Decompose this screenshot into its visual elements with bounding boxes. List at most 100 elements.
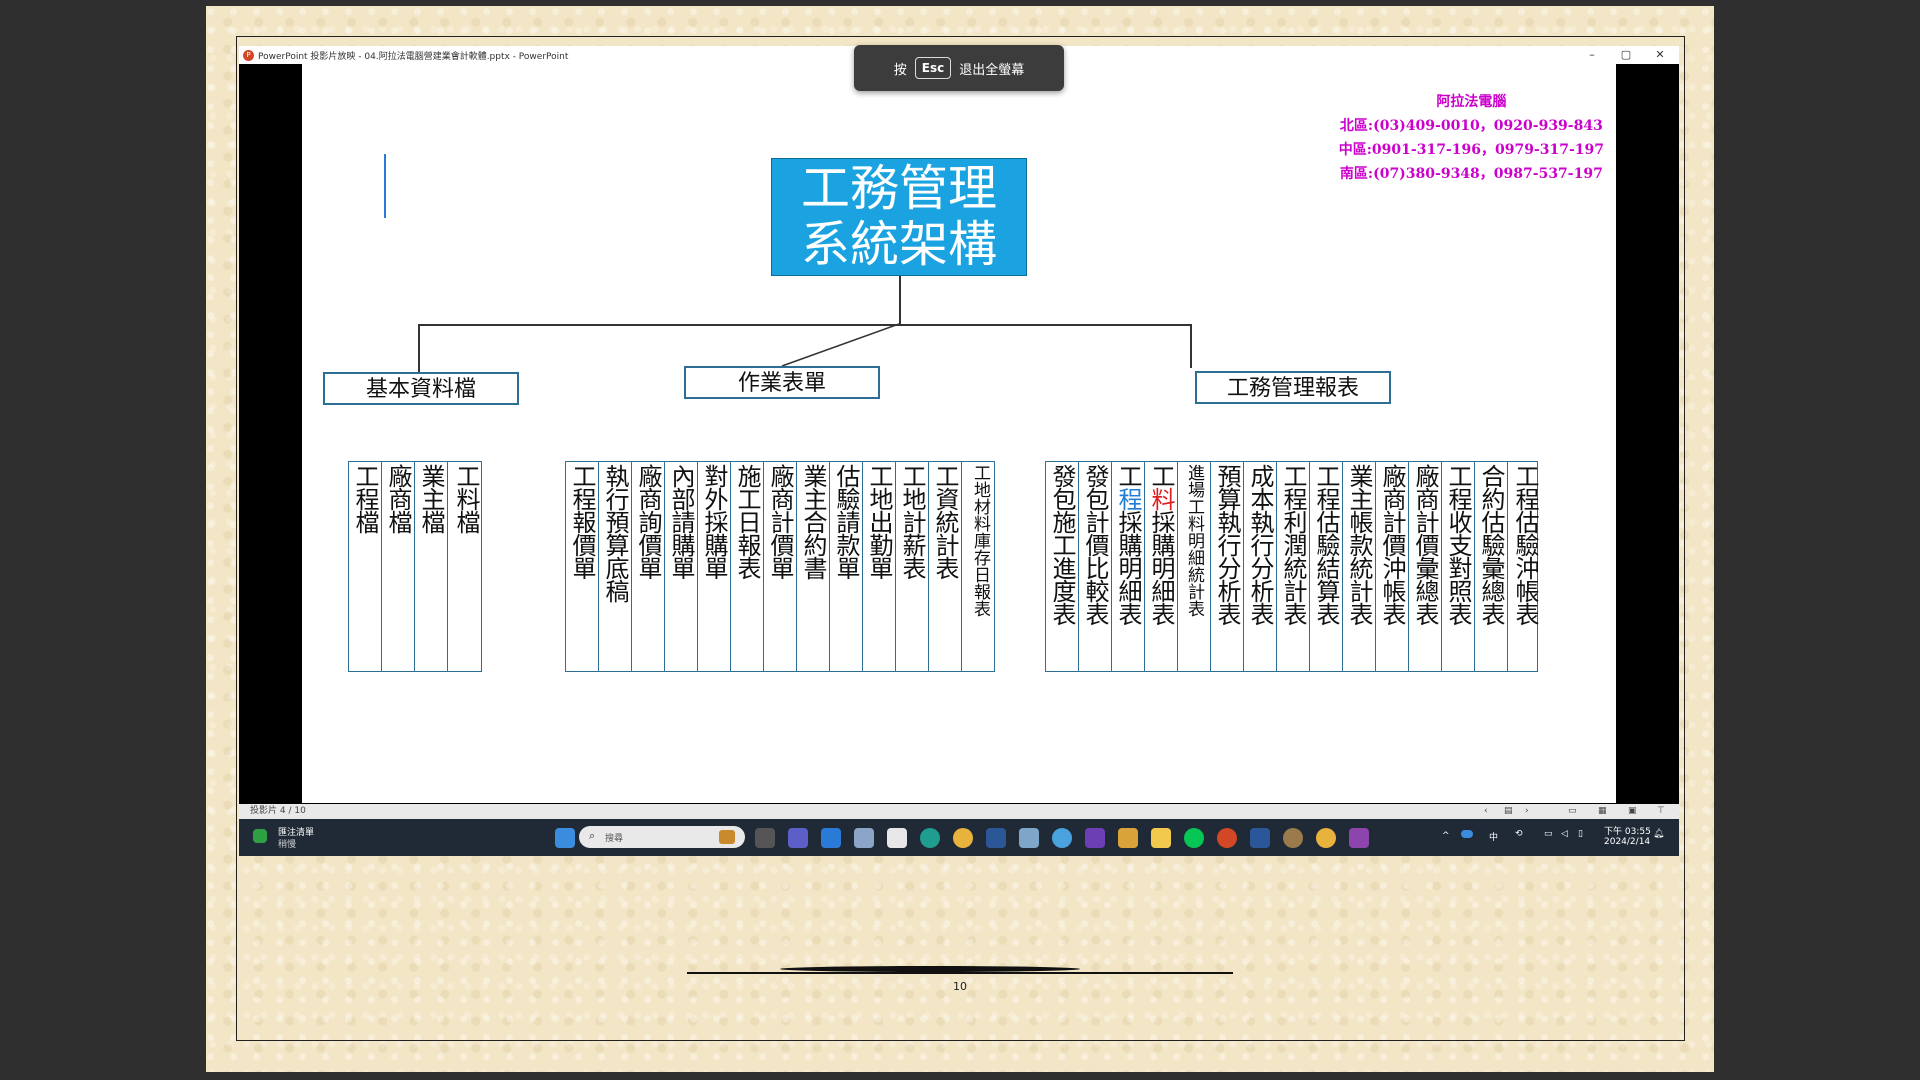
- category-forms: 作業表單: [684, 366, 880, 399]
- slide-counter: 投影片 4 / 10: [250, 806, 306, 816]
- word-icon[interactable]: [1250, 828, 1270, 848]
- leaf-form-11: 工地計薪表: [896, 462, 929, 671]
- leaf-report-4-char2: 料: [1147, 487, 1175, 510]
- slide-canvas: 阿拉法電腦 北區:(03)409-0010，0920-939-843 中區:09…: [302, 64, 1616, 803]
- search-box[interactable]: ⌕ 搜尋: [579, 826, 745, 848]
- next-slide-icon[interactable]: ›: [1525, 804, 1529, 819]
- esc-suffix: 退出全螢幕: [959, 62, 1025, 78]
- ime-indicator[interactable]: 中: [1489, 830, 1498, 843]
- root-title-line2: 系統架構: [800, 216, 997, 273]
- footer-rule: [687, 972, 1233, 974]
- restore-button[interactable]: ▢: [1609, 46, 1643, 64]
- chrome-icon[interactable]: [953, 828, 973, 848]
- snipping-tool-icon[interactable]: [1118, 828, 1138, 848]
- teams-icon[interactable]: [788, 828, 808, 848]
- search-placeholder: 搜尋: [605, 834, 624, 844]
- root-title-line1: 工務管理: [800, 160, 997, 217]
- slide-menu-icon[interactable]: ▤: [1504, 804, 1513, 819]
- leaf-form-6: 施工日報表: [731, 462, 764, 671]
- leaf-form-9: 估驗請款單: [830, 462, 863, 671]
- chrome-profile-icon[interactable]: [1316, 828, 1336, 848]
- slideshow-view-icon[interactable]: ⊤: [1657, 804, 1665, 819]
- line-icon[interactable]: [1184, 828, 1204, 848]
- start-icon[interactable]: [555, 828, 575, 848]
- leaf-form-7: 廠商計價單: [764, 462, 797, 671]
- close-button[interactable]: ✕: [1643, 46, 1677, 64]
- browser-icon[interactable]: [1052, 828, 1072, 848]
- leaf-report-3-char1: 工: [1114, 464, 1142, 487]
- app-icon-2[interactable]: [1283, 828, 1303, 848]
- leaf-form-10: 工地出勤單: [863, 462, 896, 671]
- contact-info: 阿拉法電腦 北區:(03)409-0010，0920-939-843 中區:09…: [1339, 90, 1604, 186]
- root-node: 工務管理 系統架構: [771, 158, 1027, 276]
- contact-south: 南區:(07)380-9348，0987-537-197: [1339, 166, 1603, 182]
- app-icon-1[interactable]: [986, 828, 1006, 848]
- leaf-form-12: 工資統計表: [929, 462, 962, 671]
- onedrive-icon[interactable]: [1461, 830, 1473, 838]
- connector-basic: [418, 324, 420, 372]
- photos-icon[interactable]: [1019, 828, 1039, 848]
- leaf-report-10: 業主帳款統計表: [1343, 462, 1376, 671]
- leaf-report-4-rest: 採購明細表: [1147, 510, 1175, 625]
- minimize-button[interactable]: –: [1575, 46, 1609, 64]
- window-title: PowerPoint 投影片放映 - 04.阿拉法電腦營建業會計軟體.pptx …: [258, 51, 569, 62]
- leaf-basic-2: 廠商檔: [382, 462, 415, 671]
- leaf-form-4: 內部請購單: [665, 462, 698, 671]
- slideshow-statusbar: 投影片 4 / 10 ‹ ▤ › ▭ ▦ ▣ ⊤: [239, 804, 1679, 819]
- notepad-icon[interactable]: [821, 828, 841, 848]
- leaf-report-5: 進場工料明細統計表: [1178, 462, 1211, 671]
- leaf-form-2: 執行預算底稿: [599, 462, 632, 671]
- connector-reports: [1190, 324, 1192, 368]
- leaf-report-3-rest: 採購明細表: [1114, 510, 1142, 625]
- search-icon: ⌕: [589, 829, 596, 842]
- app-icon-3[interactable]: [1349, 828, 1369, 848]
- widget-subtitle: 稍慢: [278, 840, 297, 850]
- battery-icon[interactable]: ▯: [1578, 829, 1583, 839]
- widgets-icon[interactable]: [253, 829, 267, 843]
- exit-fullscreen-banner[interactable]: 按 Esc 退出全螢幕: [854, 45, 1064, 91]
- file-explorer-icon[interactable]: [1151, 828, 1171, 848]
- chevron-up-icon[interactable]: ^: [1442, 831, 1450, 841]
- leaf-report-4-char1: 工: [1147, 464, 1175, 487]
- clock-date[interactable]: 2024/2/14: [1604, 837, 1650, 847]
- store-icon[interactable]: [887, 828, 907, 848]
- clock-time[interactable]: 下午 03:55: [1604, 824, 1651, 837]
- contact-north: 北區:(03)409-0010，0920-939-843: [1339, 118, 1603, 134]
- connector-root-down: [899, 276, 901, 324]
- page-number: 10: [953, 980, 967, 993]
- leaf-report-4: 工料採購明細表: [1145, 462, 1178, 671]
- sorter-view-icon[interactable]: ▦: [1598, 804, 1607, 819]
- leaf-report-3: 工程採購明細表: [1112, 462, 1145, 671]
- esc-key: Esc: [914, 57, 952, 79]
- network-icon[interactable]: ▭: [1544, 829, 1553, 839]
- basic-data-items: 工程檔 廠商檔 業主檔 工料檔: [348, 461, 482, 672]
- leaf-report-6: 預算執行分析表: [1211, 462, 1244, 671]
- esc-prefix: 按: [893, 62, 907, 78]
- leaf-report-3-char2: 程: [1114, 487, 1142, 510]
- form-items: 工程報價單 執行預算底稿 廠商詢價單 內部請購單 對外採購單 施工日報表 廠商計…: [565, 461, 995, 672]
- edge-icon[interactable]: [920, 828, 940, 848]
- task-view-icon[interactable]: [755, 828, 775, 848]
- leaf-form-13: 工地材料庫存日報表: [970, 464, 990, 617]
- reading-view-icon[interactable]: ▣: [1628, 804, 1637, 819]
- ime-mode-icon[interactable]: ⟲: [1515, 829, 1523, 839]
- search-highlight-icon: [719, 830, 735, 844]
- leaf-form-8: 業主合約書: [797, 462, 830, 671]
- prev-slide-icon[interactable]: ‹: [1484, 804, 1488, 819]
- leaf-report-8: 工程利潤統計表: [1277, 462, 1310, 671]
- leaf-basic-3: 業主檔: [415, 462, 448, 671]
- leaf-form-3: 廠商詢價單: [632, 462, 665, 671]
- notification-bell-icon[interactable]: 🔔︎: [1653, 829, 1664, 839]
- leaf-report-13: 工程收支對照表: [1442, 462, 1475, 671]
- leaf-report-14: 合約估驗彙總表: [1475, 462, 1508, 671]
- remote-desktop-icon[interactable]: [854, 828, 874, 848]
- windows-taskbar: 匯注清單 稍慢 ⌕ 搜尋 ^ 中 ⟲ ▭ ◁ ▯ 下午 03:55 2024/2…: [239, 819, 1679, 856]
- company-name: 阿拉法電腦: [1436, 94, 1507, 110]
- visual-studio-icon[interactable]: [1085, 828, 1105, 848]
- leaf-form-1: 工程報價單: [566, 462, 599, 671]
- report-items: 發包施工進度表 發包計價比較表 工程採購明細表 工料採購明細表 進場工料明細統計…: [1045, 461, 1539, 672]
- leaf-basic-4: 工料檔: [452, 464, 480, 533]
- powerpoint-taskbar-icon[interactable]: [1217, 828, 1237, 848]
- volume-icon[interactable]: ◁: [1561, 829, 1568, 839]
- normal-view-icon[interactable]: ▭: [1568, 804, 1577, 819]
